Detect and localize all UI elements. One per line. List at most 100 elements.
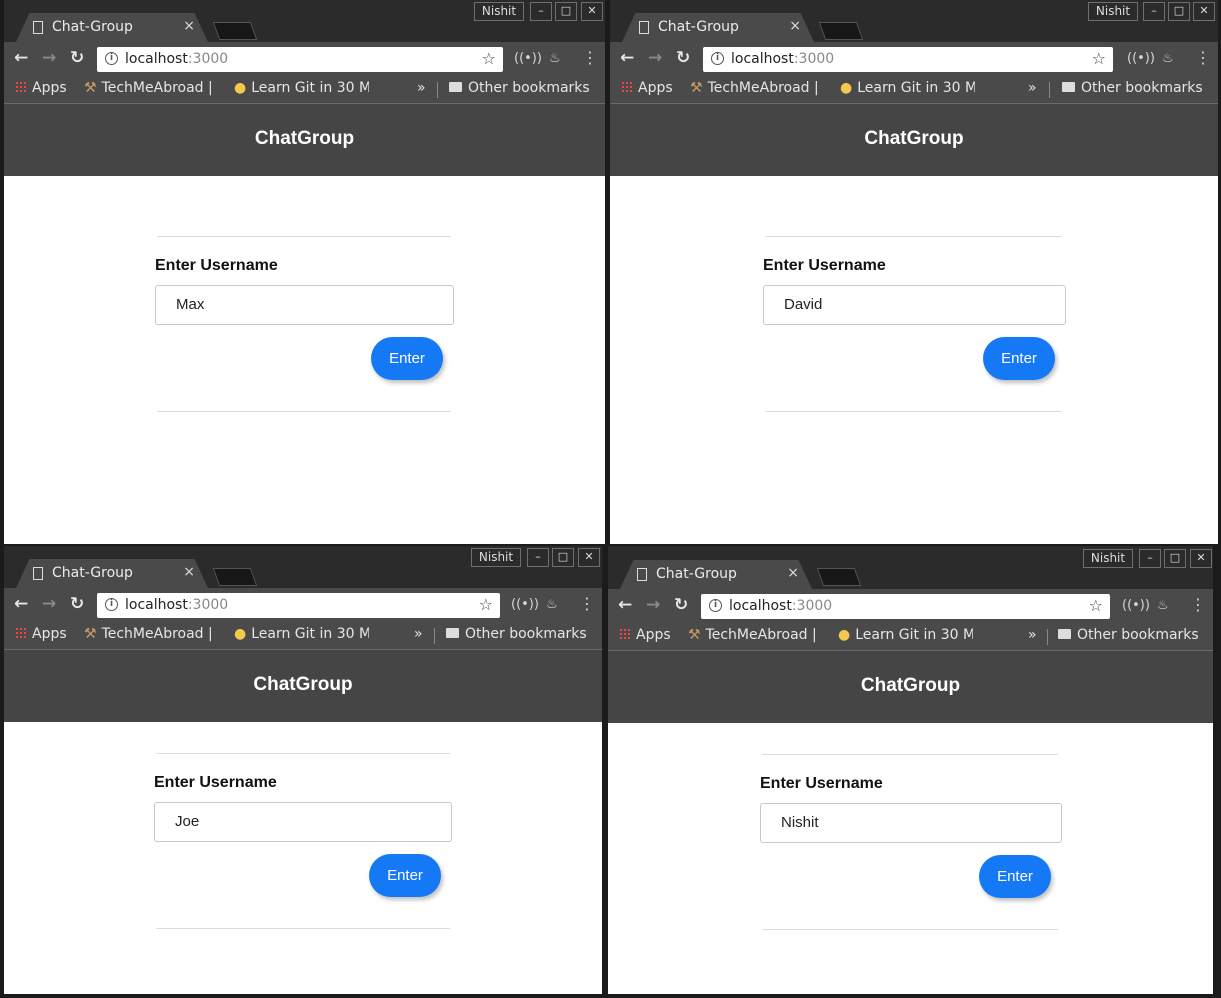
forward-icon[interactable]: →: [42, 594, 56, 614]
minimize-button[interactable]: –: [1143, 2, 1165, 21]
bookmark-techmeabroad[interactable]: ⚒ TechMeAbroad |: [688, 627, 817, 643]
new-tab-button[interactable]: [212, 568, 258, 586]
bookmarks-overflow[interactable]: »: [1028, 627, 1037, 643]
maximize-button[interactable]: □: [1164, 549, 1186, 568]
enter-button[interactable]: Enter: [371, 337, 443, 380]
extension-icon[interactable]: ♨: [546, 597, 558, 612]
window-close-button[interactable]: ✕: [1190, 549, 1212, 568]
username-input[interactable]: Nishit: [760, 803, 1062, 843]
enter-button[interactable]: Enter: [979, 855, 1051, 898]
minimize-button[interactable]: –: [530, 2, 552, 21]
username-input[interactable]: David: [763, 285, 1066, 325]
bookmarks-overflow[interactable]: »: [1028, 80, 1037, 96]
cast-icon[interactable]: ((•)): [1122, 598, 1150, 613]
cast-icon[interactable]: ((•)): [511, 597, 539, 612]
apps-icon: [15, 81, 27, 93]
tab-close-icon[interactable]: ×: [789, 18, 801, 34]
bookmark-techmeabroad[interactable]: ⚒ TechMeAbroad |: [84, 80, 213, 96]
browser-tab[interactable]: Chat-Group ×: [16, 13, 208, 42]
maximize-button[interactable]: □: [1168, 2, 1190, 21]
bookmark-learn-git[interactable]: ● Learn Git in 30 Mi: [840, 80, 975, 96]
enter-button[interactable]: Enter: [369, 854, 441, 897]
bookmark-learn-git[interactable]: ● Learn Git in 30 Mi: [234, 626, 369, 642]
profile-badge[interactable]: Nishit: [1083, 549, 1133, 568]
bookmarks-overflow[interactable]: »: [414, 626, 423, 642]
username-input[interactable]: Max: [155, 285, 454, 325]
extension-icon[interactable]: ♨: [1162, 51, 1174, 66]
star-icon[interactable]: ☆: [1089, 596, 1103, 615]
profile-badge[interactable]: Nishit: [474, 2, 524, 21]
forward-icon[interactable]: →: [646, 595, 660, 615]
back-icon[interactable]: ←: [14, 594, 28, 614]
bookmark-other[interactable]: Other bookmarks: [1058, 627, 1199, 643]
menu-icon[interactable]: ⋮: [582, 48, 598, 67]
cast-icon[interactable]: ((•)): [1127, 51, 1155, 66]
enter-button[interactable]: Enter: [983, 337, 1055, 380]
window-close-button[interactable]: ✕: [578, 548, 600, 567]
menu-icon[interactable]: ⋮: [579, 594, 595, 613]
back-icon[interactable]: ←: [620, 48, 634, 68]
minimize-button[interactable]: –: [527, 548, 549, 567]
bookmark-techmeabroad[interactable]: ⚒ TechMeAbroad |: [84, 626, 213, 642]
extension-icon[interactable]: ♨: [549, 51, 561, 66]
star-icon[interactable]: ☆: [482, 49, 496, 68]
bookmark-other[interactable]: Other bookmarks: [1062, 80, 1203, 96]
menu-icon[interactable]: ⋮: [1195, 48, 1211, 67]
window-close-button[interactable]: ✕: [1193, 2, 1215, 21]
new-tab-button[interactable]: [212, 22, 258, 40]
divider: [157, 411, 451, 412]
bookmarks-bar: Apps ⚒ TechMeAbroad | ● Learn Git in 30 Mi…: [610, 76, 1218, 104]
maximize-button[interactable]: □: [552, 548, 574, 567]
bookmark-other[interactable]: Other bookmarks: [449, 80, 590, 96]
bookmark-other[interactable]: Other bookmarks: [446, 626, 587, 642]
address-bar[interactable]: i localhost:3000 ☆: [701, 594, 1110, 619]
username-input[interactable]: Joe: [154, 802, 452, 842]
forward-icon[interactable]: →: [42, 48, 56, 68]
browser-tab[interactable]: Chat-Group ×: [16, 559, 208, 588]
bookmark-apps[interactable]: Apps: [621, 80, 673, 96]
browser-tab[interactable]: Chat-Group ×: [620, 560, 812, 589]
tab-title: Chat-Group: [658, 19, 739, 35]
bookmark-apps[interactable]: Apps: [15, 80, 67, 96]
browser-window-max: Chat-Group × Nishit – □ ✕ ← → ↻ i localh…: [4, 0, 605, 544]
bookmark-apps[interactable]: Apps: [15, 626, 67, 642]
bookmark-learn-git[interactable]: ● Learn Git in 30 Mi: [234, 80, 369, 96]
new-tab-button[interactable]: [818, 22, 864, 40]
reload-icon[interactable]: ↻: [674, 595, 688, 615]
address-bar[interactable]: i localhost:3000 ☆: [97, 47, 503, 72]
maximize-button[interactable]: □: [555, 2, 577, 21]
new-tab-button[interactable]: [816, 568, 862, 586]
star-icon[interactable]: ☆: [1092, 49, 1106, 68]
info-icon[interactable]: i: [709, 599, 722, 612]
menu-icon[interactable]: ⋮: [1190, 595, 1206, 614]
tab-close-icon[interactable]: ×: [787, 565, 799, 581]
url-text: localhost:3000: [729, 598, 833, 614]
info-icon[interactable]: i: [105, 52, 118, 65]
bookmarks-overflow[interactable]: »: [417, 80, 426, 96]
tab-title: Chat-Group: [52, 19, 133, 35]
profile-badge[interactable]: Nishit: [1088, 2, 1138, 21]
bookmark-apps[interactable]: Apps: [619, 627, 671, 643]
bookmark-learn-git[interactable]: ● Learn Git in 30 Mi: [838, 627, 973, 643]
address-bar[interactable]: i localhost:3000 ☆: [703, 47, 1113, 72]
extension-icon[interactable]: ♨: [1157, 598, 1169, 613]
toolbar: ← → ↻ i localhost:3000 ☆ ((•)) ♨ ⋮: [608, 589, 1213, 623]
back-icon[interactable]: ←: [14, 48, 28, 68]
reload-icon[interactable]: ↻: [676, 48, 690, 68]
forward-icon[interactable]: →: [648, 48, 662, 68]
browser-tab[interactable]: Chat-Group ×: [622, 13, 814, 42]
back-icon[interactable]: ←: [618, 595, 632, 615]
info-icon[interactable]: i: [105, 598, 118, 611]
reload-icon[interactable]: ↻: [70, 594, 84, 614]
minimize-button[interactable]: –: [1139, 549, 1161, 568]
cast-icon[interactable]: ((•)): [514, 51, 542, 66]
tab-close-icon[interactable]: ×: [183, 564, 195, 580]
window-close-button[interactable]: ✕: [581, 2, 603, 21]
profile-badge[interactable]: Nishit: [471, 548, 521, 567]
bookmark-techmeabroad[interactable]: ⚒ TechMeAbroad |: [690, 80, 819, 96]
info-icon[interactable]: i: [711, 52, 724, 65]
star-icon[interactable]: ☆: [479, 595, 493, 614]
address-bar[interactable]: i localhost:3000 ☆: [97, 593, 500, 618]
tab-close-icon[interactable]: ×: [183, 18, 195, 34]
reload-icon[interactable]: ↻: [70, 48, 84, 68]
